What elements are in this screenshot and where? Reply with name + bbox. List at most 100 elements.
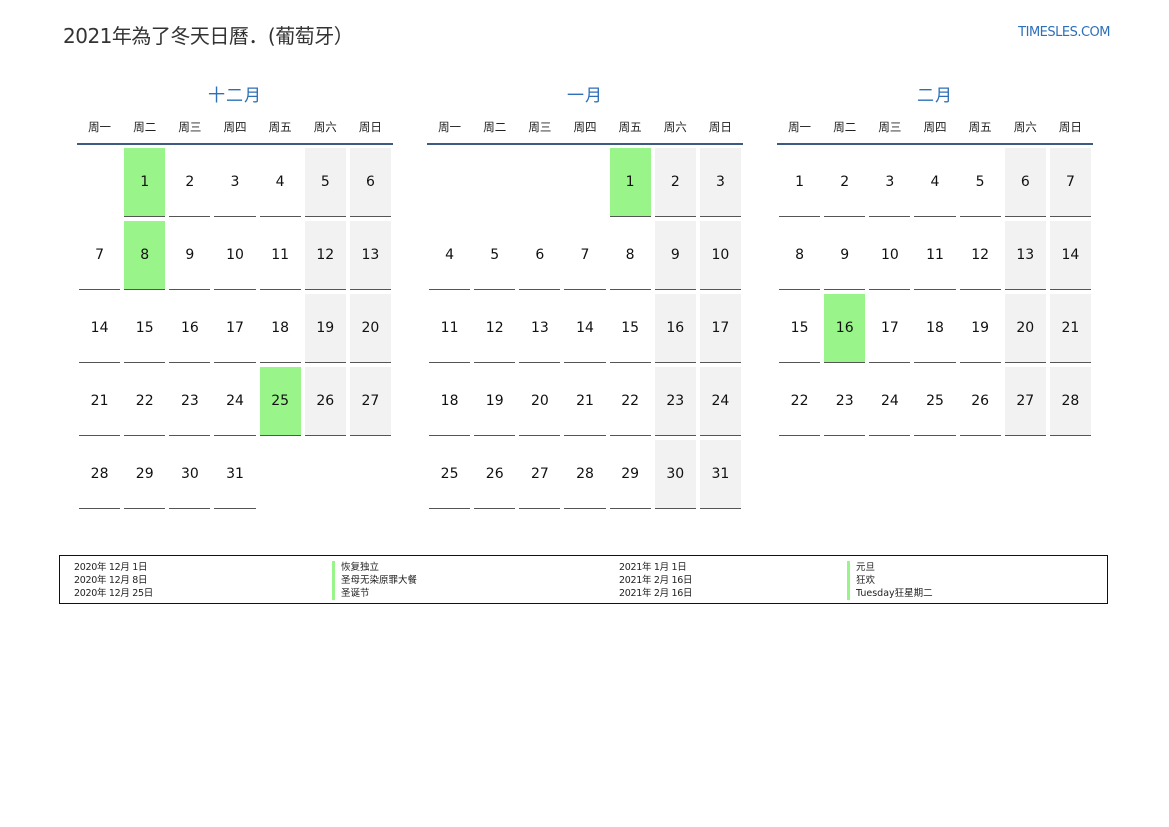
day-cell[interactable]: 12 [304, 221, 346, 290]
day-cell[interactable]: 30 [654, 440, 696, 509]
day-cell[interactable]: 25 [914, 367, 956, 436]
holiday-day-cell[interactable]: 1 [124, 148, 166, 217]
day-cell[interactable]: 27 [349, 367, 391, 436]
day-cell[interactable]: 3 [214, 148, 256, 217]
day-cell[interactable]: 12 [959, 221, 1001, 290]
day-cell[interactable]: 22 [124, 367, 166, 436]
day-cell[interactable]: 14 [1049, 221, 1091, 290]
weekday-label: 周五 [968, 120, 992, 134]
day-cell[interactable]: 9 [169, 221, 211, 290]
day-cell[interactable]: 7 [1049, 148, 1091, 217]
calendar-grid: 1 2 3 4 5 6 7 8 9 10 11 12 13 14 15 16 17 18 19 20 21 22 23 24 2… [77, 145, 393, 510]
day-cell[interactable]: 8 [609, 221, 651, 290]
day-cell[interactable]: 10 [699, 221, 741, 290]
day-cell[interactable]: 5 [474, 221, 516, 290]
day-cell[interactable]: 18 [259, 294, 301, 363]
day-cell[interactable]: 27 [1004, 367, 1046, 436]
day-cell[interactable]: 5 [304, 148, 346, 217]
day-cell[interactable]: 11 [259, 221, 301, 290]
day-cell[interactable]: 16 [169, 294, 211, 363]
day-cell[interactable]: 9 [824, 221, 866, 290]
day-cell[interactable]: 2 [824, 148, 866, 217]
day-cell[interactable]: 17 [869, 294, 911, 363]
day-cell[interactable]: 7 [564, 221, 606, 290]
legend-row: 2020年 12月 8日 圣母无染原罪大餐 2021年 2月 16日 狂欢 [60, 574, 1107, 587]
day-cell[interactable]: 28 [1049, 367, 1091, 436]
day-cell[interactable]: 4 [914, 148, 956, 217]
day-cell[interactable]: 15 [609, 294, 651, 363]
day-cell[interactable]: 12 [474, 294, 516, 363]
weekday-label: 周三 [878, 120, 902, 134]
day-cell[interactable]: 23 [169, 367, 211, 436]
day-cell[interactable]: 26 [959, 367, 1001, 436]
holiday-day-cell[interactable]: 8 [124, 221, 166, 290]
day-cell[interactable]: 3 [869, 148, 911, 217]
day-cell[interactable]: 13 [1004, 221, 1046, 290]
day-cell[interactable]: 10 [214, 221, 256, 290]
weekday-label: 周五 [618, 120, 642, 134]
day-cell[interactable]: 20 [519, 367, 561, 436]
holiday-day-cell[interactable]: 25 [259, 367, 301, 436]
day-cell[interactable]: 2 [169, 148, 211, 217]
day-cell[interactable]: 21 [1049, 294, 1091, 363]
day-cell[interactable]: 24 [214, 367, 256, 436]
day-cell[interactable]: 4 [259, 148, 301, 217]
day-cell[interactable]: 16 [654, 294, 696, 363]
day-cell[interactable]: 1 [779, 148, 821, 217]
day-cell[interactable]: 21 [564, 367, 606, 436]
day-cell[interactable]: 8 [779, 221, 821, 290]
holiday-day-cell[interactable]: 16 [824, 294, 866, 363]
day-cell[interactable]: 30 [169, 440, 211, 509]
day-cell[interactable]: 28 [79, 440, 121, 509]
site-link[interactable]: TIMESLES.COM [1018, 25, 1110, 40]
day-cell[interactable]: 27 [519, 440, 561, 509]
day-cell[interactable]: 14 [564, 294, 606, 363]
day-cell[interactable]: 18 [429, 367, 471, 436]
holiday-day-cell[interactable]: 1 [609, 148, 651, 217]
day-cell[interactable]: 19 [959, 294, 1001, 363]
day-cell[interactable]: 31 [214, 440, 256, 509]
day-cell[interactable]: 9 [654, 221, 696, 290]
day-cell[interactable]: 7 [79, 221, 121, 290]
day-cell[interactable]: 15 [779, 294, 821, 363]
day-cell[interactable]: 29 [124, 440, 166, 509]
day-cell[interactable]: 13 [519, 294, 561, 363]
day-cell[interactable]: 6 [1004, 148, 1046, 217]
day-cell[interactable]: 20 [349, 294, 391, 363]
day-cell[interactable]: 4 [429, 221, 471, 290]
day-cell[interactable]: 23 [824, 367, 866, 436]
day-cell[interactable]: 10 [869, 221, 911, 290]
day-cell[interactable]: 26 [474, 440, 516, 509]
day-cell[interactable]: 19 [474, 367, 516, 436]
day-cell[interactable]: 14 [79, 294, 121, 363]
day-cell[interactable]: 31 [699, 440, 741, 509]
day-cell[interactable]: 11 [914, 221, 956, 290]
day-cell[interactable]: 15 [124, 294, 166, 363]
legend-row: 2020年 12月 25日 圣诞节 2021年 2月 16日 Tuesday狂星… [60, 587, 1107, 600]
day-cell[interactable]: 6 [519, 221, 561, 290]
day-cell[interactable]: 29 [609, 440, 651, 509]
day-cell[interactable]: 6 [349, 148, 391, 217]
day-cell[interactable]: 11 [429, 294, 471, 363]
day-cell[interactable]: 17 [214, 294, 256, 363]
day-cell[interactable]: 24 [869, 367, 911, 436]
day-cell[interactable]: 13 [349, 221, 391, 290]
day-cell[interactable]: 21 [79, 367, 121, 436]
day-cell[interactable]: 20 [1004, 294, 1046, 363]
empty-day-cell [350, 440, 391, 508]
day-cell[interactable]: 26 [304, 367, 346, 436]
weekday-label: 周六 [1013, 120, 1037, 134]
day-cell[interactable]: 2 [654, 148, 696, 217]
day-cell[interactable]: 18 [914, 294, 956, 363]
weekday-label: 周二 [483, 120, 507, 134]
day-cell[interactable]: 22 [609, 367, 651, 436]
day-cell[interactable]: 5 [959, 148, 1001, 217]
day-cell[interactable]: 28 [564, 440, 606, 509]
day-cell[interactable]: 22 [779, 367, 821, 436]
day-cell[interactable]: 23 [654, 367, 696, 436]
day-cell[interactable]: 25 [429, 440, 471, 509]
day-cell[interactable]: 24 [699, 367, 741, 436]
day-cell[interactable]: 19 [304, 294, 346, 363]
day-cell[interactable]: 3 [699, 148, 741, 217]
day-cell[interactable]: 17 [699, 294, 741, 363]
